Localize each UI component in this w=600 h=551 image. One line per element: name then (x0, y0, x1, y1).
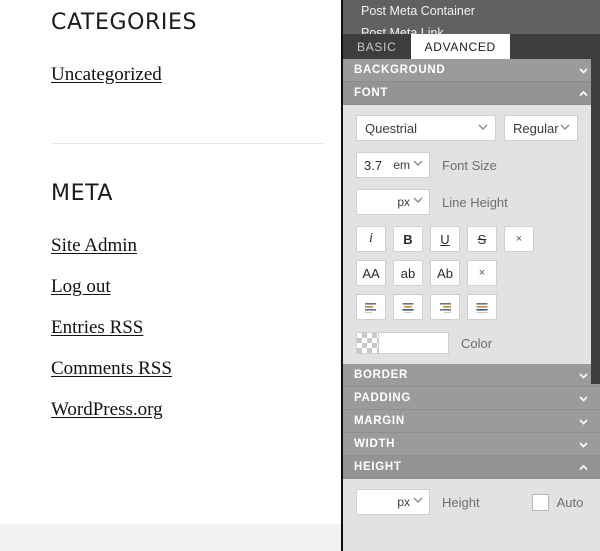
font-weight-select[interactable]: Regular (504, 115, 578, 141)
chevron-down-icon[interactable] (411, 493, 425, 512)
align-center-button[interactable] (393, 294, 423, 320)
font-color-row: Color (343, 332, 600, 354)
clear-style-button[interactable]: × (504, 226, 534, 252)
layer-item-post-meta-container[interactable]: Post Meta Container (343, 0, 600, 23)
screen: CATEGORIES Uncategorized META Site Admin (0, 0, 600, 551)
section-header-margin[interactable]: MARGIN (343, 410, 600, 433)
align-justify-button[interactable] (467, 294, 497, 320)
chevron-up-icon (577, 461, 590, 474)
layer-item-post-meta-link[interactable]: Post Meta Link (343, 23, 600, 34)
line-height-label: Line Height (442, 194, 508, 210)
section-label: FONT (354, 87, 389, 99)
categories-list: Uncategorized (51, 65, 325, 85)
section-label: HEIGHT (354, 461, 402, 473)
uppercase-button[interactable]: AA (356, 260, 386, 286)
section-label: BORDER (354, 369, 409, 381)
link-uncategorized[interactable]: Uncategorized (51, 65, 162, 85)
style-editor-panel: Post Meta Container Post Meta Link BASIC… (341, 0, 600, 551)
chevron-down-icon (558, 120, 572, 137)
layer-list: Post Meta Container Post Meta Link (343, 0, 600, 34)
chevron-down-icon (577, 415, 590, 428)
font-family-value: Questrial (365, 120, 418, 136)
widget-meta: META Site Admin Log out Entries RSS Comm… (51, 181, 325, 420)
height-auto-label: Auto (556, 494, 584, 510)
section-label: WIDTH (354, 438, 396, 450)
chevron-down-icon[interactable] (411, 193, 425, 212)
widget-title-categories: CATEGORIES (51, 10, 198, 35)
font-style-buttons: i B U S × (343, 226, 600, 252)
section-label: BACKGROUND (354, 64, 446, 76)
transparency-checker-icon (356, 332, 378, 354)
align-right-button[interactable] (430, 294, 460, 320)
link-log-out[interactable]: Log out (51, 277, 111, 297)
chevron-up-icon (577, 87, 590, 100)
italic-button[interactable]: i (356, 226, 386, 252)
link-site-admin[interactable]: Site Admin (51, 236, 137, 256)
list-item: Comments RSS (51, 359, 325, 379)
list-item: Site Admin (51, 236, 325, 256)
link-comments-rss[interactable]: Comments RSS (51, 359, 172, 379)
link-wordpress-org[interactable]: WordPress.org (51, 400, 163, 420)
accordion-sections: BACKGROUND FONT Questrial Regular 3.7 em… (343, 59, 600, 551)
section-header-padding[interactable]: PADDING (343, 387, 600, 410)
color-label: Color (461, 335, 493, 351)
height-auto-checkbox[interactable] (531, 493, 549, 511)
sidebar-widgets: CATEGORIES Uncategorized META Site Admin (0, 0, 341, 420)
line-height-input[interactable]: px (356, 189, 430, 215)
chevron-down-icon (577, 369, 590, 382)
list-item: Entries RSS (51, 318, 325, 338)
font-size-input[interactable]: 3.7 em (356, 152, 430, 178)
tab-advanced[interactable]: ADVANCED (410, 34, 510, 59)
page-footer-band (0, 524, 341, 551)
site-content: CATEGORIES Uncategorized META Site Admin (0, 0, 341, 551)
chevron-down-icon[interactable] (411, 156, 425, 175)
section-header-width[interactable]: WIDTH (343, 433, 600, 456)
font-size-value: 3.7 (364, 157, 383, 173)
section-header-height[interactable]: HEIGHT (343, 456, 600, 479)
section-header-font[interactable]: FONT (343, 82, 600, 105)
section-header-border[interactable]: BORDER (343, 364, 600, 387)
panel-scrollbar[interactable] (591, 57, 600, 384)
font-weight-value: Regular (513, 120, 559, 136)
section-header-background[interactable]: BACKGROUND (343, 59, 600, 82)
section-label: MARGIN (354, 415, 405, 427)
section-body-height: px Height Auto (343, 479, 600, 521)
tab-basic[interactable]: BASIC (343, 34, 411, 59)
meta-list: Site Admin Log out Entries RSS Comments … (51, 236, 325, 420)
clear-transform-button[interactable]: × (467, 260, 497, 286)
editor-tabs: BASIC ADVANCED (343, 34, 600, 59)
text-align-buttons (343, 294, 600, 320)
bold-button[interactable]: B (393, 226, 423, 252)
text-transform-buttons: AA ab Ab × (343, 260, 600, 286)
font-family-select[interactable]: Questrial (356, 115, 496, 141)
widget-title-meta: META (51, 181, 114, 206)
font-family-row: Questrial Regular (343, 115, 600, 141)
list-item: WordPress.org (51, 400, 325, 420)
height-label: Height (442, 494, 480, 510)
line-height-row: px Line Height (343, 189, 600, 215)
chevron-down-icon (577, 438, 590, 451)
font-size-label: Font Size (442, 157, 497, 173)
list-item: Log out (51, 277, 325, 297)
chevron-down-icon (577, 392, 590, 405)
strikethrough-button[interactable]: S (467, 226, 497, 252)
lowercase-button[interactable]: ab (393, 260, 423, 286)
height-input[interactable]: px (356, 489, 430, 515)
section-body-font: Questrial Regular 3.7 em Font Size px Li… (343, 105, 600, 364)
capitalize-button[interactable]: Ab (430, 260, 460, 286)
chevron-down-icon (476, 120, 490, 137)
underline-button[interactable]: U (430, 226, 460, 252)
section-label: PADDING (354, 392, 412, 404)
list-item: Uncategorized (51, 65, 325, 85)
height-row: px Height Auto (343, 489, 600, 515)
align-left-button[interactable] (356, 294, 386, 320)
widget-categories: CATEGORIES Uncategorized (51, 10, 325, 85)
font-size-row: 3.7 em Font Size (343, 152, 600, 178)
scrollbar-thumb[interactable] (592, 57, 599, 287)
link-entries-rss[interactable]: Entries RSS (51, 318, 143, 338)
color-swatch[interactable] (378, 332, 449, 354)
chevron-down-icon (577, 64, 590, 77)
